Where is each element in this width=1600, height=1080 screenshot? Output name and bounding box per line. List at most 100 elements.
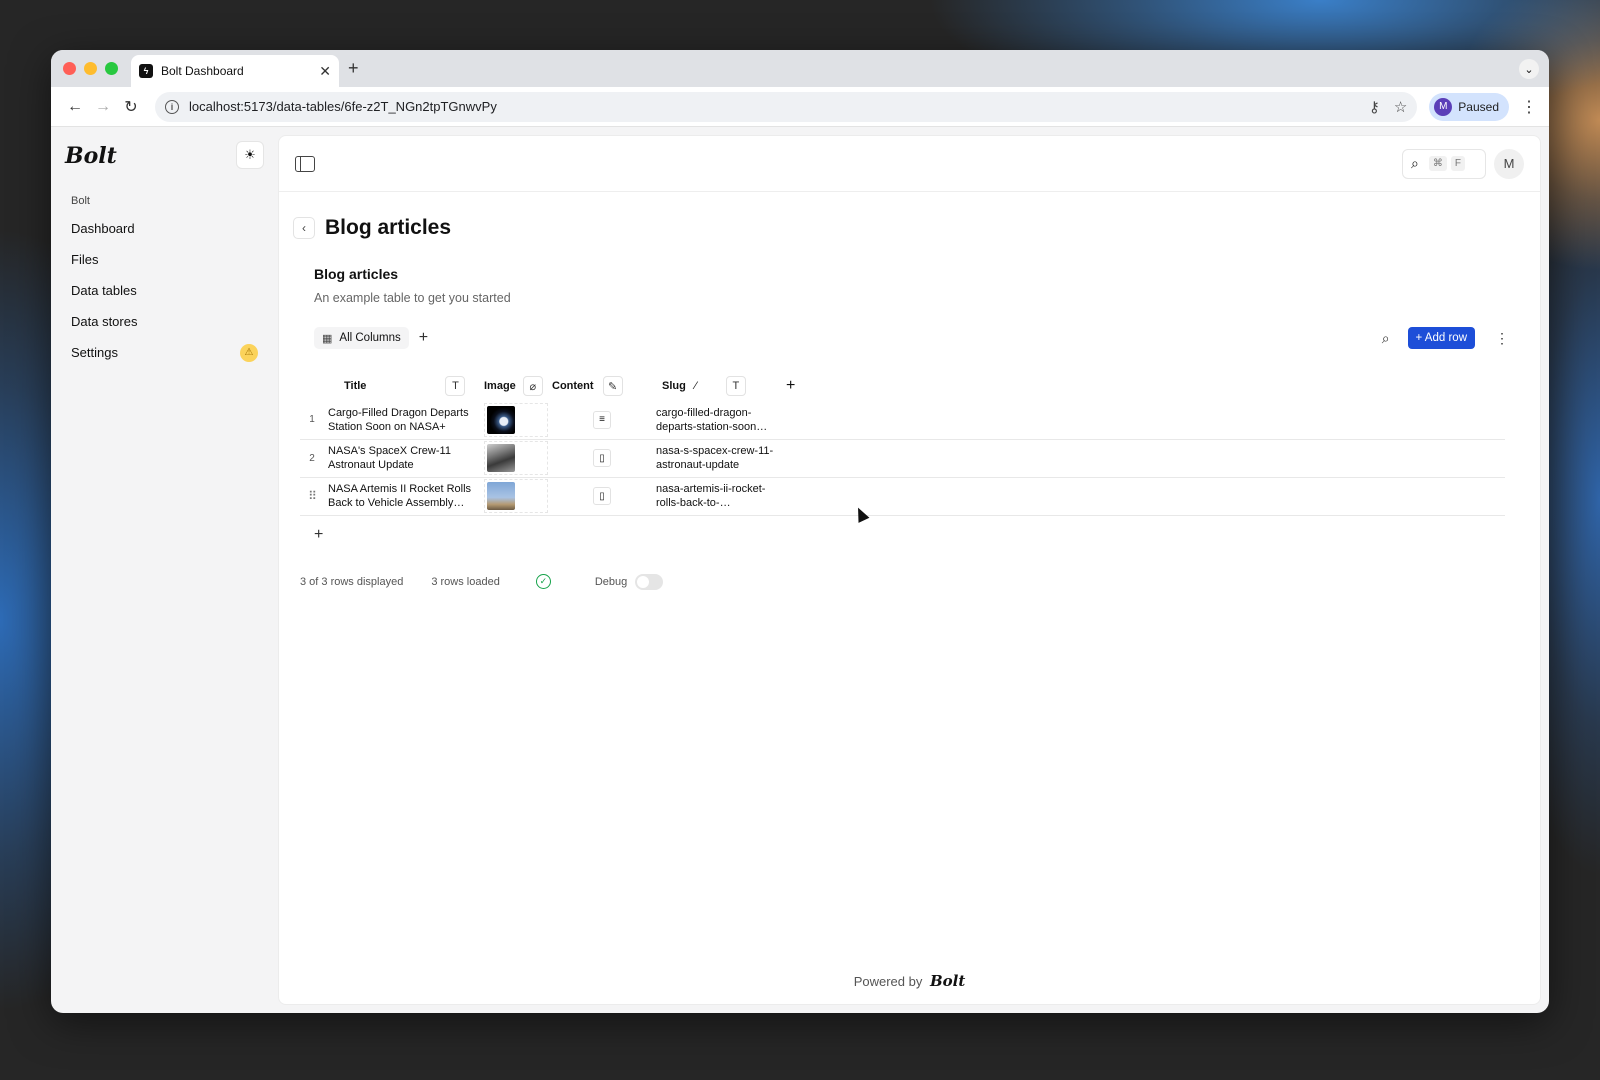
image-cell-box[interactable]: [484, 402, 548, 437]
sidebar-item-data-tables[interactable]: Data tables: [63, 275, 266, 306]
column-header-slug[interactable]: Slug ⁄ T: [652, 371, 776, 401]
forward-arrow-icon[interactable]: →: [89, 93, 117, 121]
sidebar: Bolt ☀ Bolt Dashboard Files Data tables …: [51, 127, 278, 1013]
text-icon[interactable]: T: [445, 376, 466, 396]
bolt-favicon-icon: ϟ: [139, 64, 153, 78]
address-bar[interactable]: i localhost:5173/data-tables/6fe-z2T_NGn…: [155, 91, 1418, 122]
cell-title[interactable]: NASA Artemis II Rocket Rolls Back to Veh…: [324, 477, 484, 516]
cell-content[interactable]: ▯: [552, 477, 652, 516]
tab-search-chevron-icon[interactable]: ⌄: [1519, 59, 1539, 79]
sidebar-toggle-icon[interactable]: [295, 155, 315, 172]
sidebar-item-files[interactable]: Files: [63, 244, 266, 275]
profile-avatar: M: [1434, 97, 1453, 116]
view-label: All Columns: [339, 332, 401, 344]
theme-toggle-sun-icon[interactable]: ☀: [236, 141, 264, 169]
footer-bolt-logo: Bolt: [929, 972, 966, 990]
sidebar-nav: Dashboard Files Data tables Data stores …: [63, 213, 266, 368]
page-title: Blog articles: [325, 216, 452, 239]
column-label: Content: [552, 379, 594, 392]
sidebar-item-dashboard[interactable]: Dashboard: [63, 213, 266, 244]
url-text[interactable]: localhost:5173/data-tables/6fe-z2T_NGn2t…: [189, 99, 1355, 114]
cell-content[interactable]: ≡: [552, 401, 652, 440]
minimize-window-button[interactable]: [84, 62, 97, 75]
cell-slug[interactable]: nasa-artemis-ii-rocket-rolls-back-to-…: [652, 477, 776, 516]
column-header-title[interactable]: Title T: [324, 371, 484, 401]
cell-image[interactable]: [484, 401, 552, 440]
magic-wand-icon[interactable]: ⁄: [695, 380, 697, 392]
cell-slug[interactable]: nasa-s-spacex-crew-11-astronaut-update: [652, 439, 776, 478]
column-header-image[interactable]: Image ⌀: [484, 371, 552, 401]
column-header-content[interactable]: Content ✎: [552, 371, 652, 401]
window-controls: [63, 62, 118, 75]
table-section: Blog articles An example table to get yo…: [279, 266, 1540, 590]
sidebar-item-label: Settings: [71, 345, 118, 360]
table-row[interactable]: 1 Cargo-Filled Dragon Departs Station So…: [300, 401, 1505, 440]
cell-image[interactable]: [484, 439, 552, 478]
powered-by-text: Powered by: [853, 974, 923, 989]
shortcut-cmd: ⌘: [1428, 156, 1447, 171]
close-window-button[interactable]: [63, 62, 76, 75]
text-icon[interactable]: T: [725, 376, 746, 396]
browser-tab[interactable]: ϟ Bolt Dashboard ✕: [131, 55, 339, 87]
user-avatar[interactable]: M: [1494, 148, 1524, 179]
sidebar-section-label: Bolt: [71, 195, 90, 207]
rownum-header: [300, 371, 324, 401]
cell-image[interactable]: [484, 477, 552, 516]
document-lines-icon[interactable]: ≡: [593, 410, 611, 429]
attachment-icon[interactable]: ⌀: [522, 376, 543, 396]
table-grid-icon: ▦: [322, 332, 333, 345]
add-view-plus-icon[interactable]: +: [419, 329, 428, 347]
edit-icon[interactable]: ✎: [602, 376, 623, 396]
back-chevron-icon[interactable]: ‹: [293, 217, 315, 239]
cell-empty: [776, 439, 1505, 478]
cell-content[interactable]: ▯: [552, 439, 652, 478]
drag-handle-icon[interactable]: ⠿: [300, 477, 324, 516]
sidebar-item-data-stores[interactable]: Data stores: [63, 306, 266, 337]
image-cell-box[interactable]: [484, 441, 548, 475]
cell-title[interactable]: NASA's SpaceX Crew-11 Astronaut Update: [324, 439, 484, 478]
back-arrow-icon[interactable]: ←: [61, 93, 89, 121]
data-table: Title T Image ⌀ Content ✎ Slug ⁄ T + 1 C…: [300, 371, 1505, 516]
table-row[interactable]: ⠿ NASA Artemis II Rocket Rolls Back to V…: [300, 477, 1505, 516]
table-row[interactable]: 2 NASA's SpaceX Crew-11 Astronaut Update…: [300, 439, 1505, 478]
check-circle-icon: ✓: [535, 574, 551, 589]
column-label: Title: [344, 379, 367, 392]
sidebar-item-label: Files: [71, 252, 99, 267]
new-tab-button[interactable]: +: [348, 58, 359, 79]
column-label: Slug: [662, 379, 686, 392]
search-icon: ⌕: [1411, 155, 1419, 171]
cell-title[interactable]: Cargo-Filled Dragon Departs Station Soon…: [324, 401, 484, 440]
add-column-plus-icon[interactable]: +: [786, 377, 795, 394]
more-options-icon[interactable]: ⋮: [1495, 330, 1509, 347]
sidebar-item-label: Data tables: [71, 283, 137, 298]
global-search-button[interactable]: ⌕ ⌘ F: [1402, 148, 1486, 179]
close-tab-icon[interactable]: ✕: [319, 63, 331, 80]
cell-slug[interactable]: cargo-filled-dragon-departs-station-soon…: [652, 401, 776, 440]
add-row-plus-icon[interactable]: +: [314, 526, 1505, 544]
browser-menu-icon[interactable]: ⋮: [1519, 97, 1539, 117]
bookmark-star-icon[interactable]: ☆: [1394, 98, 1407, 116]
add-row-button[interactable]: + Add row: [1407, 327, 1475, 349]
document-icon[interactable]: ▯: [593, 487, 611, 505]
status-bar: 3 of 3 rows displayed 3 rows loaded ✓ De…: [300, 573, 1505, 590]
add-column-header: +: [776, 371, 1505, 401]
main-panel: ⌕ ⌘ F M ‹ Blog articles Blog articles An…: [278, 135, 1541, 1005]
profile-button[interactable]: M Paused: [1429, 92, 1509, 121]
sidebar-item-settings[interactable]: Settings ⚠: [63, 337, 266, 368]
cell-empty: [776, 401, 1505, 440]
site-info-icon[interactable]: i: [165, 99, 179, 114]
table-header-row: Title T Image ⌀ Content ✎ Slug ⁄ T +: [300, 371, 1505, 401]
reload-icon[interactable]: ↻: [117, 93, 145, 121]
page-header: ‹ Blog articles: [279, 192, 1540, 240]
browser-toolbar: ← → ↻ i localhost:5173/data-tables/6fe-z…: [51, 87, 1549, 127]
maximize-window-button[interactable]: [105, 62, 118, 75]
top-bar: ⌕ ⌘ F M: [279, 136, 1540, 192]
table-search-icon[interactable]: ⌕: [1382, 330, 1390, 347]
image-cell-box[interactable]: [484, 479, 548, 513]
view-all-columns[interactable]: ▦ All Columns: [314, 327, 409, 349]
row-number: 1: [300, 401, 324, 440]
app-root: Bolt ☀ Bolt Dashboard Files Data tables …: [51, 127, 1549, 1013]
document-icon[interactable]: ▯: [593, 449, 611, 467]
password-key-icon[interactable]: ⚷: [1369, 98, 1380, 116]
debug-toggle[interactable]: [635, 573, 664, 590]
